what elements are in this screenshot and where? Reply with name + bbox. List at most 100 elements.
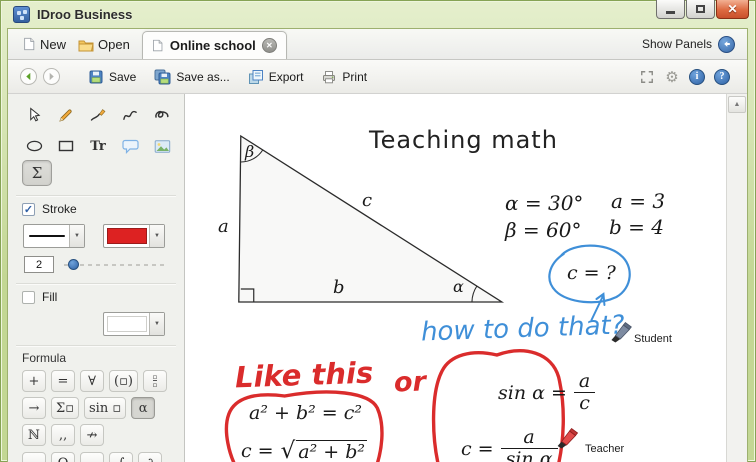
solve-formula: c = a sin α [461,427,558,462]
minimize-icon [666,10,675,14]
curve-tool-button[interactable] [118,104,142,126]
stroke-color-swatch [106,228,147,244]
formula-extra-button[interactable] [22,452,46,462]
teacher-note-like-this: Like this [234,355,374,395]
curve-icon [123,110,137,120]
formula-arrow-button[interactable]: → [22,397,46,419]
formula-forall-button[interactable]: ∀ [80,370,104,392]
print-button[interactable]: Print [315,65,373,89]
formula-naturals-button[interactable]: ℕ [22,424,46,446]
image-tool-button[interactable] [150,135,174,157]
export-icon [248,69,263,84]
new-page-icon [24,37,35,51]
back-button[interactable] [20,68,37,85]
fullscreen-button[interactable] [638,68,656,86]
line-style-sample [28,235,65,237]
stroke-checkbox[interactable]: ✓ [22,202,35,216]
chevron-down-icon: ▼ [149,313,164,335]
tab-page-icon [152,39,163,52]
show-panels-arrow-icon [718,35,735,53]
formula-tool-button[interactable]: Σ [22,160,52,186]
select-tool-button[interactable] [22,104,46,126]
board-title: Teaching math [369,126,558,154]
save-as-button[interactable]: Save as... [148,65,235,89]
stroke-width-slider[interactable] [64,259,164,270]
given-alpha: α = 30° [505,191,584,215]
rectangle-tool-button[interactable] [54,135,78,157]
info-button[interactable]: i [688,68,706,86]
formula-plus-button[interactable]: + [22,370,46,392]
titlebar[interactable]: IDroo Business ✕ [0,0,756,28]
line-style-dropdown[interactable]: ▼ [23,224,85,248]
sqrt-radicand: a² + b² [296,439,367,462]
formula-extra-button[interactable]: Ω [51,452,75,462]
vertical-scrollbar[interactable]: ▲ [726,94,747,462]
stroke-width-input[interactable] [24,256,54,273]
sine-formula: sin α = a c [498,370,595,414]
formula-equals-button[interactable]: = [51,370,75,392]
formula-alpha-button[interactable]: α [131,397,156,419]
triangle-alpha-label: α [453,277,464,296]
show-panels-button[interactable]: Show Panels [642,29,735,59]
speech-bubble-icon [121,139,139,154]
brush-tool-button[interactable] [86,104,110,126]
formula-sum-button[interactable]: Σ▫ [51,397,80,419]
whiteboard-canvas[interactable]: Teaching math β a c b α α = 30° a = 3 β … [185,94,726,462]
info-icon: i [689,68,705,85]
comment-tool-button[interactable] [118,135,142,157]
teacher-marker-icon [557,427,579,449]
pencil-tool-button[interactable] [54,104,78,126]
pointer-icon [29,107,40,122]
text-tool-button[interactable]: Tr [86,135,110,157]
tab-close-button[interactable]: ✕ [261,38,277,53]
triangle-beta-label: β [245,142,255,161]
fill-color-swatch [106,316,147,332]
slider-thumb[interactable] [68,259,79,270]
given-a: a = 3 [611,189,666,213]
formula-extra-button[interactable]: ∂ [138,452,162,462]
formula-notarrow-button[interactable]: ↛ [80,424,104,446]
given-beta: β = 60° [505,218,582,242]
forward-button[interactable] [43,68,60,85]
formula-extra-button[interactable]: ∫ [109,452,133,462]
teacher-note-or: or [393,366,427,399]
export-button[interactable]: Export [242,65,310,89]
forward-arrow-icon [49,72,54,81]
help-icon: ? [714,68,730,85]
help-button[interactable]: ? [713,68,731,86]
tab-online-school[interactable]: Online school ✕ [141,31,287,59]
scribble-tool-button[interactable] [150,104,174,126]
stroke-label: Stroke [42,202,77,216]
save-as-icon [154,69,171,84]
formula-fraction-button[interactable]: ▫ ▫ [142,370,167,392]
slider-track [64,264,164,266]
given-b: b = 4 [609,215,664,239]
sine-numerator: a [578,370,591,392]
close-button[interactable]: ✕ [716,0,749,19]
open-document-button[interactable]: Open [72,37,136,59]
save-label: Save [109,69,137,84]
save-button[interactable]: Save [82,65,142,89]
formula-sin-button[interactable]: sin ▫ [84,397,127,419]
scribble-icon [155,110,169,118]
app-logo-icon [13,6,30,23]
new-document-button[interactable]: New [16,36,72,59]
formula-extra-button[interactable] [80,452,104,462]
stroke-color-dropdown[interactable]: ▼ [103,224,165,248]
print-icon [323,70,336,83]
maximize-button[interactable] [686,0,715,19]
minimize-button[interactable] [656,0,685,19]
scroll-up-button[interactable]: ▲ [728,96,746,113]
print-label: Print [342,69,368,84]
sine-lhs: sin α = [498,381,567,404]
triangle-c-label: c [362,190,373,211]
ellipse-tool-button[interactable] [22,135,46,157]
formula-dots-button[interactable]: ‚‚ [51,424,75,446]
formula-parens-button[interactable]: (▫) [109,370,138,392]
fill-color-dropdown[interactable]: ▼ [103,312,165,336]
sqrt-formula: c = √ a² + b² [241,438,367,462]
fill-label: Fill [42,290,58,304]
client-area: New Open Online school ✕ Show Panels Sav… [7,28,748,462]
settings-gear-icon[interactable]: ⚙ [663,68,681,86]
fill-checkbox[interactable] [22,290,35,304]
